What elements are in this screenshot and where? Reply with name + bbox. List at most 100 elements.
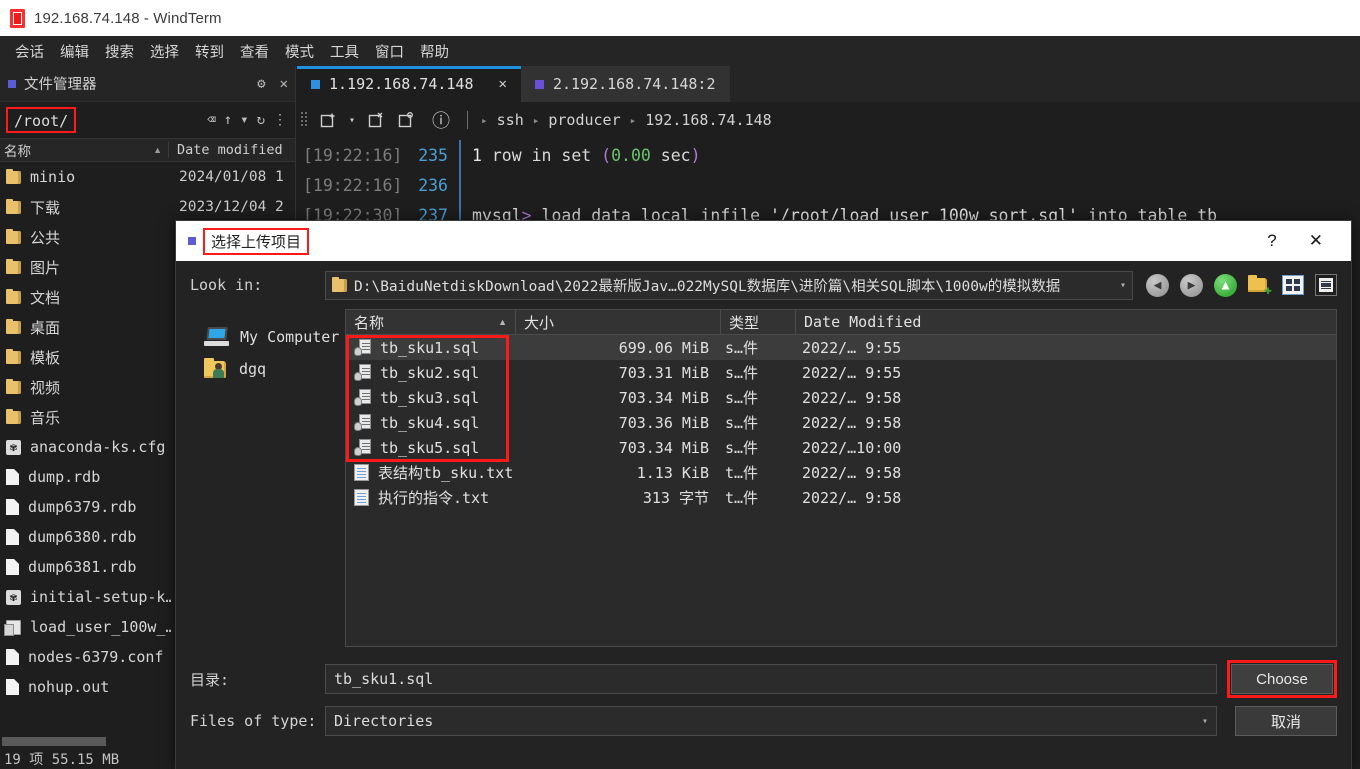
menu-item-session[interactable]: 会话 [7,39,52,64]
place-label: dgq [239,359,267,378]
txt-file-icon [354,489,369,506]
sql-file-icon [4,619,21,636]
file-manager-header: 文件管理器 ⚙ ✕ [0,66,295,102]
cancel-button-label: 取消 [1270,713,1301,731]
place-my-computer[interactable]: My Computer [190,321,345,352]
tab-1-192-168-74-148[interactable]: 1.192.168.74.148 ✕ [297,66,521,102]
tab-label: 1.192.168.74.148 [329,75,474,93]
windterm-window: 192.168.74.148 - WindTerm 会话 编辑 搜索 选择 转到… [0,0,1360,769]
table-row[interactable]: 执行的指令.txt 313 字节 t…件 2022/… 9:58 [346,485,1336,510]
file-size: 703.34 MiB [618,388,709,407]
close-tab-icon[interactable] [362,109,390,131]
list-view-icon[interactable] [1282,275,1304,295]
menu-item-tools[interactable]: 工具 [322,39,367,64]
line-divider [459,170,461,200]
gear-file-icon: ✾ [6,589,21,605]
info-icon[interactable]: ⓘ [422,105,455,135]
window-titlebar: 192.168.74.148 - WindTerm [0,0,1360,36]
list-item-label: 桌面 [30,318,61,337]
column-header-size[interactable]: 大小 [516,310,721,334]
file-type: s…件 [725,339,759,357]
duplicate-tab-icon[interactable] [392,109,420,131]
close-icon[interactable]: ✕ [1293,231,1339,251]
go-up-icon[interactable]: ↑ [220,112,236,128]
chevron-down-icon[interactable]: ▾ [1120,280,1126,291]
list-item[interactable]: minio 2024/01/08 1 [0,162,295,192]
clear-path-icon[interactable]: ⌫ [203,112,219,128]
table-row[interactable]: tb_sku3.sql 703.34 MiB s…件 2022/… 9:58 [346,385,1336,410]
chevron-down-icon[interactable]: ▾ [344,113,360,128]
file-type: t…件 [725,489,759,507]
directory-label: 目录: [190,670,230,689]
back-icon[interactable]: ◀ [1146,273,1169,297]
chevron-down-icon[interactable]: ▾ [1202,716,1208,727]
file-date: 2022/… 9:58 [802,463,902,482]
directory-input[interactable]: tb_sku1.sql [325,664,1217,694]
table-row[interactable]: tb_sku1.sql 699.06 MiB s…件 2022/… 9:55 [346,335,1336,360]
toolbar-grip[interactable] [301,110,309,130]
menu-item-edit[interactable]: 编辑 [52,39,97,64]
list-item[interactable]: 下载 2023/12/04 2 [0,192,295,222]
filetype-combobox[interactable]: Directories ▾ [325,706,1217,736]
dialog-marker-icon [188,237,196,245]
breadcrumb: ▸ ssh ▸ producer ▸ 192.168.74.148 [457,111,772,129]
look-in-combobox[interactable]: D:\BaiduNetdiskDownload\2022最新版Jav…022My… [325,270,1133,300]
menubar: 会话 编辑 搜索 选择 转到 查看 模式 工具 窗口 帮助 [0,36,1360,66]
menu-item-view[interactable]: 查看 [232,39,277,64]
gear-icon[interactable]: ⚙ [250,76,272,92]
scrollbar-thumb[interactable] [2,737,106,746]
choose-button-label: Choose [1256,670,1308,688]
path-input[interactable]: /root/ [6,107,77,133]
more-options-icon[interactable]: ⋮ [269,112,291,128]
table-row[interactable]: tb_sku2.sql 703.31 MiB s…件 2022/… 9:55 [346,360,1336,385]
chevron-down-icon[interactable]: ▾ [236,112,252,128]
choose-button[interactable]: Choose [1231,664,1333,694]
list-item-label: dump6379.rdb [28,498,137,516]
file-icon [6,679,19,695]
terminal-tabbar: 1.192.168.74.148 ✕ 2.192.168.74.148:2 [297,66,1360,102]
menu-item-search[interactable]: 搜索 [97,39,142,64]
menu-item-mode[interactable]: 模式 [277,39,322,64]
close-icon[interactable]: ✕ [499,76,507,92]
column-header-date[interactable]: Date modified [168,142,295,158]
file-icon [6,529,19,545]
column-header-name-label: 名称 [4,144,31,159]
terminal-output[interactable]: [19:22:16] 235 1 row in set (0.00 sec) [… [297,138,1360,230]
file-name: tb_sku3.sql [380,388,480,407]
menu-item-goto[interactable]: 转到 [187,39,232,64]
table-row[interactable]: 表结构tb_sku.txt 1.13 KiB t…件 2022/… 9:58 [346,460,1336,485]
column-header-name[interactable]: 名称 ▲ [346,310,516,334]
refresh-icon[interactable]: ↻ [253,112,269,128]
breadcrumb-item-producer[interactable]: producer [548,111,620,129]
session-dot-icon [534,79,544,89]
dialog-title: 选择上传项目 [203,227,310,255]
list-item-label: nodes-6379.conf [28,648,164,666]
folder-icon [6,348,21,364]
close-icon[interactable]: ✕ [273,76,295,92]
tab-2-192-168-74-148-2[interactable]: 2.192.168.74.148:2 [520,66,730,102]
folder-icon [6,168,21,184]
detail-view-icon[interactable] [1315,274,1337,296]
line-number: 235 [418,145,448,165]
menu-item-help[interactable]: 帮助 [412,39,457,64]
forward-icon[interactable]: ▶ [1180,273,1203,297]
column-header-date[interactable]: Date Modified [796,310,1336,334]
column-header-type[interactable]: 类型 [721,310,796,334]
new-tab-icon[interactable] [314,109,342,131]
table-row[interactable]: tb_sku4.sql 703.36 MiB s…件 2022/… 9:58 [346,410,1336,435]
up-icon[interactable]: ▲ [1214,273,1237,297]
cancel-button[interactable]: 取消 [1235,706,1337,736]
directory-value: tb_sku1.sql [334,670,434,688]
place-dgq[interactable]: dgq [190,352,345,385]
menu-item-window[interactable]: 窗口 [367,39,412,64]
dialog-file-list[interactable]: 名称 ▲ 大小 类型 Date Modified tb_sku1.sql 699… [345,309,1337,647]
table-row[interactable]: tb_sku5.sql 703.34 MiB s…件 2022/…10:00 [346,435,1336,460]
breadcrumb-divider [467,111,469,129]
column-header-name[interactable]: 名称 ▲ [0,140,168,160]
file-icon [6,559,19,575]
breadcrumb-item-ssh[interactable]: ssh [497,111,524,129]
menu-item-select[interactable]: 选择 [142,39,187,64]
breadcrumb-item-host[interactable]: 192.168.74.148 [645,111,771,129]
new-folder-icon[interactable]: ✚ [1248,275,1272,297]
help-icon[interactable]: ? [1251,231,1292,251]
